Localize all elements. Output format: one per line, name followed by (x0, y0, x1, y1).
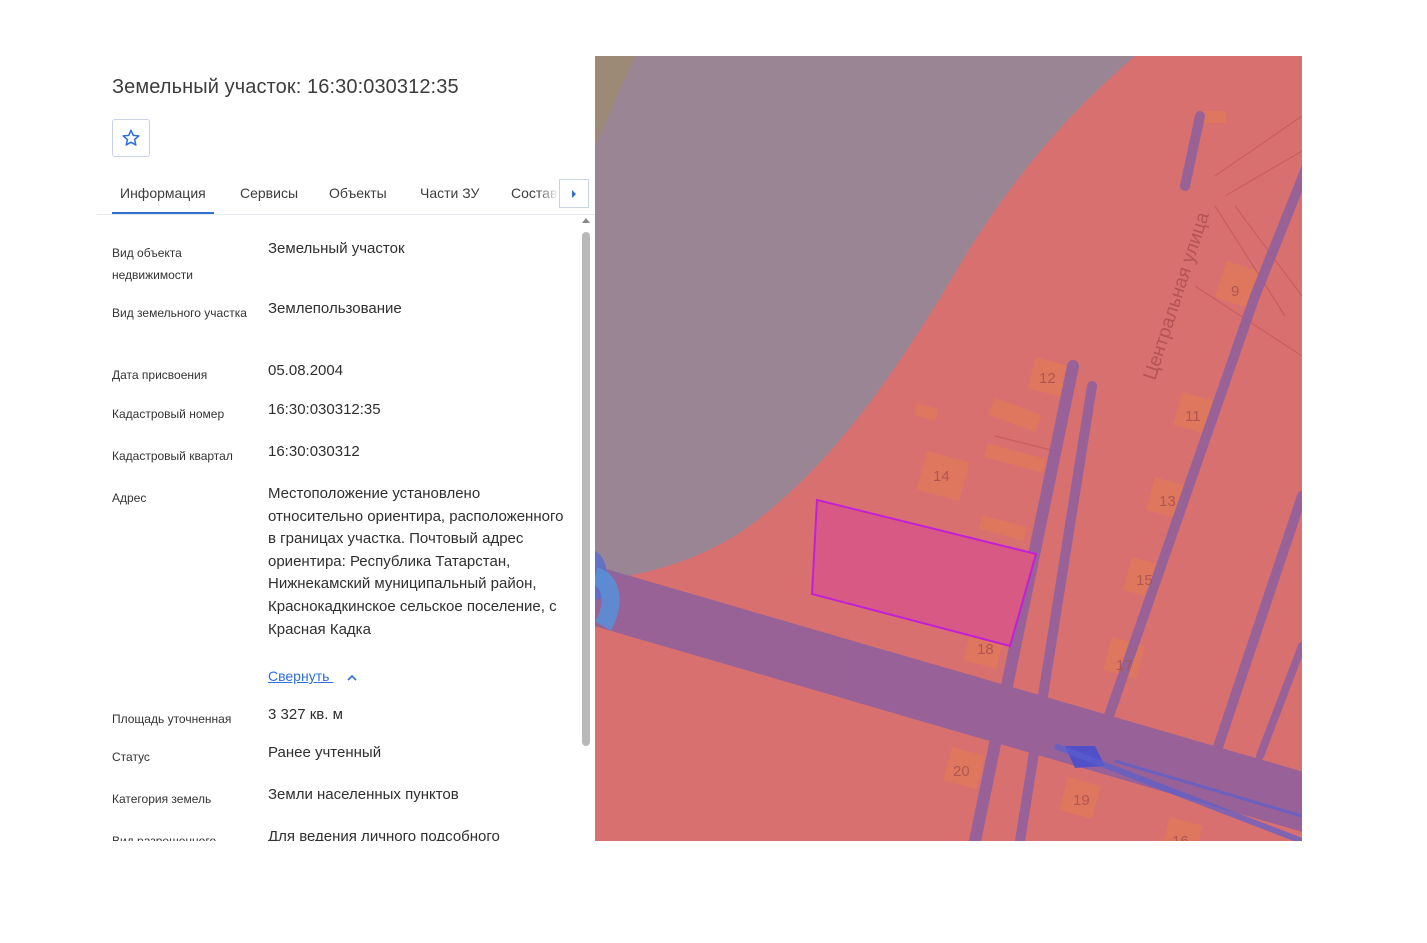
field-label: Вид объекта недвижимости (112, 246, 193, 282)
field-value: 16:30:030312:35 (268, 401, 381, 418)
field-label: Категория земель (112, 792, 212, 806)
field-label: Статус (112, 750, 150, 764)
field-value: Для ведения личного подсобного (268, 828, 500, 841)
field-value: Землепользование (268, 300, 402, 317)
field-value: 16:30:030312 (268, 443, 360, 460)
field-label: Площадь уточненная (112, 712, 232, 726)
field-label: Дата присвоения (112, 368, 208, 382)
scroll-up-arrow-icon[interactable] (582, 218, 590, 223)
panel-scrollbar[interactable] (580, 216, 592, 841)
house-number: 17 (1116, 657, 1133, 674)
house-number: 9 (1231, 283, 1239, 300)
favorite-button[interactable] (112, 119, 150, 157)
tab-bar: Информация Сервисы Объекты Части ЗУ Сост… (97, 174, 595, 215)
field-value: 3 327 кв. м (268, 706, 343, 723)
house-number: 19 (1073, 792, 1090, 809)
map-canvas[interactable]: Центральная улица 9 12 11 14 13 15 17 18… (595, 56, 1302, 841)
chevron-up-icon (347, 674, 357, 681)
address-value: Местоположение установлено относительно … (268, 485, 564, 638)
collapse-link-label: Свернуть (268, 668, 330, 684)
house-number: 12 (1039, 370, 1056, 387)
tab-parts[interactable]: Части ЗУ (420, 185, 479, 201)
house-number: 18 (977, 641, 994, 658)
field-label: Адрес (112, 491, 147, 505)
scroll-thumb[interactable] (582, 232, 590, 746)
tab-objects[interactable]: Объекты (329, 185, 387, 201)
tab-fade (537, 174, 559, 210)
house-number: 20 (953, 763, 970, 780)
house-number: 15 (1136, 572, 1153, 589)
field-label: Вид земельного участка (112, 306, 247, 320)
house-number: 13 (1159, 493, 1176, 510)
field-value: Ранее учтенный (268, 744, 382, 761)
field-value: Земельный участок (268, 240, 405, 257)
field-label: Кадастровый квартал (112, 449, 233, 463)
field-value: Земли населенных пунктов (268, 786, 459, 803)
tab-information[interactable]: Информация (112, 185, 214, 214)
info-panel: Земельный участок: 16:30:030312:35 Инфор… (97, 56, 595, 841)
map-view[interactable]: Центральная улица 9 12 11 14 13 15 17 18… (595, 56, 1302, 841)
field-value: 05.08.2004 (268, 362, 344, 379)
collapse-link[interactable]: Свернуть (268, 668, 357, 684)
house-number: 11 (1185, 408, 1201, 425)
house-number: 16 (1172, 833, 1189, 841)
chevron-right-icon (572, 189, 576, 198)
field-label: Кадастровый номер (112, 407, 225, 421)
tabs-scroll-right-button[interactable] (559, 179, 589, 208)
tab-services[interactable]: Сервисы (240, 185, 298, 201)
house-number: 14 (933, 468, 950, 485)
field-label: Вид разрешенного (112, 834, 217, 841)
star-icon (122, 129, 140, 146)
page-title: Земельный участок: 16:30:030312:35 (112, 76, 459, 98)
